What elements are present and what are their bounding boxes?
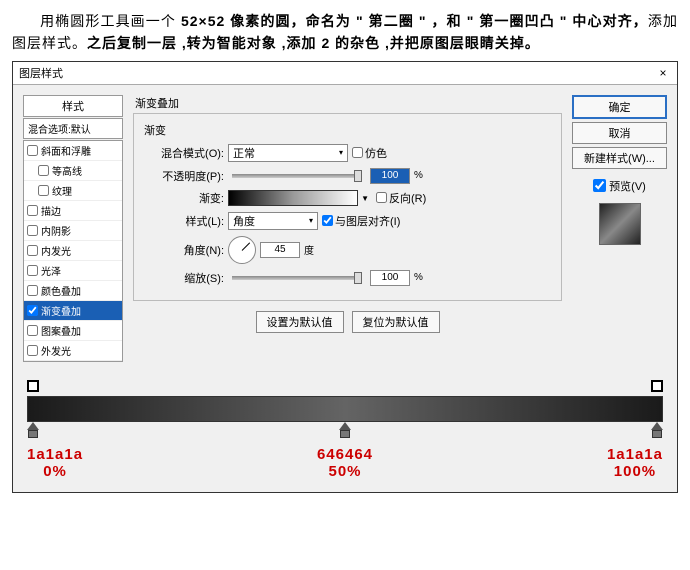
style-item[interactable]: 内发光 [24,241,122,261]
instruction-text: 用椭圆形工具画一个 52×52 像素的圆，命名为 " 第二圈 " ，和 " 第一… [12,10,678,55]
color-stop-0[interactable] [27,422,39,438]
opacity-input[interactable]: 100 [370,168,410,184]
new-style-button[interactable]: 新建样式(W)... [572,147,667,169]
gradient-preview-bar[interactable] [27,396,663,422]
chevron-down-icon: ▾ [339,148,343,157]
blend-mode-select[interactable]: 正常▾ [228,144,348,162]
close-icon[interactable]: × [655,65,671,81]
style-item[interactable]: 渐变叠加 [24,301,122,321]
gradient-label: 渐变: [144,190,224,206]
style-item[interactable]: 纹理 [24,181,122,201]
preview-checkbox[interactable]: 预览(V) [572,178,667,194]
preview-swatch [599,203,641,245]
styles-panel: 样式 混合选项:默认 斜面和浮雕等高线纹理描边内阴影内发光光泽颜色叠加渐变叠加图… [23,95,123,362]
ok-button[interactable]: 确定 [572,95,667,119]
color-stop-label: 1a1a1a100% [607,446,663,480]
chevron-down-icon: ▼ [361,194,369,203]
subgroup-title: 渐变 [144,122,551,138]
group-label: 渐变叠加 [133,95,562,111]
angle-label: 角度(N): [144,242,224,258]
chevron-down-icon: ▾ [309,216,313,225]
layer-style-dialog: 图层样式 × 样式 混合选项:默认 斜面和浮雕等高线纹理描边内阴影内发光光泽颜色… [12,61,678,493]
blend-mode-label: 混合模式(O): [144,145,224,161]
gradient-overlay-panel: 渐变叠加 渐变 混合模式(O): 正常▾ 仿色 不透明度(P): 100 [133,95,562,362]
set-default-button[interactable]: 设置为默认值 [256,311,344,333]
angle-dial[interactable] [228,236,256,264]
dialog-buttons: 确定 取消 新建样式(W)... 预览(V) [572,95,667,362]
angle-input[interactable]: 45 [260,242,300,258]
style-item[interactable]: 外发光 [24,341,122,361]
style-item[interactable]: 图案叠加 [24,321,122,341]
color-stop-label: 1a1a1a0% [27,446,83,480]
style-item[interactable]: 光泽 [24,261,122,281]
styles-list: 斜面和浮雕等高线纹理描边内阴影内发光光泽颜色叠加渐变叠加图案叠加外发光 [23,140,123,362]
dialog-title: 图层样式 [19,65,63,81]
opacity-stop-left[interactable] [27,380,39,392]
opacity-label: 不透明度(P): [144,168,224,184]
scale-label: 缩放(S): [144,270,224,286]
scale-slider[interactable] [232,276,362,280]
dialog-titlebar: 图层样式 × [13,62,677,85]
style-item[interactable]: 颜色叠加 [24,281,122,301]
gradient-picker[interactable]: ▼ [228,190,358,206]
style-item[interactable]: 内阴影 [24,221,122,241]
style-select[interactable]: 角度▾ [228,212,318,230]
color-stop-100[interactable] [651,422,663,438]
opacity-stop-right[interactable] [651,380,663,392]
angle-unit: 度 [304,242,314,257]
reset-default-button[interactable]: 复位为默认值 [352,311,440,333]
cancel-button[interactable]: 取消 [572,122,667,144]
gradient-editor [27,380,663,442]
styles-header[interactable]: 样式 [23,95,123,117]
blend-options-default[interactable]: 混合选项:默认 [23,118,123,139]
dither-checkbox[interactable]: 仿色 [352,145,387,161]
style-item[interactable]: 等高线 [24,161,122,181]
color-stop-50[interactable] [339,422,351,438]
align-checkbox[interactable]: 与图层对齐(I) [322,213,400,229]
reverse-checkbox[interactable]: 反向(R) [376,190,426,206]
style-item[interactable]: 斜面和浮雕 [24,141,122,161]
style-label: 样式(L): [144,213,224,229]
color-stop-label: 64646450% [317,446,373,480]
scale-input[interactable]: 100 [370,270,410,286]
stop-labels: 1a1a1a0% 64646450% 1a1a1a100% [27,446,663,480]
opacity-slider[interactable] [232,174,362,178]
style-item[interactable]: 描边 [24,201,122,221]
